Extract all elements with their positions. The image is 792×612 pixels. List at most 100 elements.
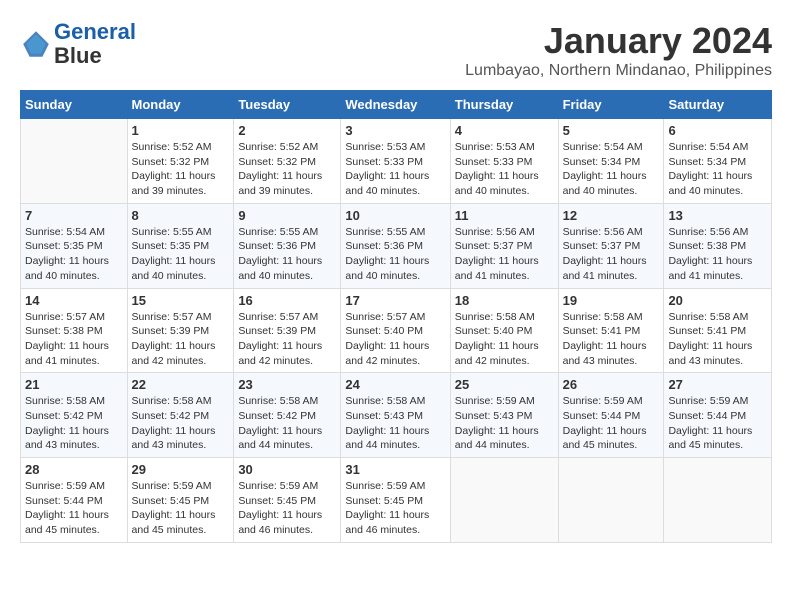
calendar-cell: 10 Sunrise: 5:55 AMSunset: 5:36 PMDayligh… (341, 203, 450, 288)
day-detail: Sunrise: 5:56 AMSunset: 5:37 PMDaylight:… (455, 225, 554, 284)
weekday-header-saturday: Saturday (664, 91, 772, 119)
day-detail: Sunrise: 5:58 AMSunset: 5:42 PMDaylight:… (25, 394, 123, 453)
calendar-cell: 3 Sunrise: 5:53 AMSunset: 5:33 PMDaylight… (341, 119, 450, 204)
day-detail: Sunrise: 5:58 AMSunset: 5:42 PMDaylight:… (132, 394, 230, 453)
calendar-cell: 23 Sunrise: 5:58 AMSunset: 5:42 PMDayligh… (234, 373, 341, 458)
calendar-cell: 26 Sunrise: 5:59 AMSunset: 5:44 PMDayligh… (558, 373, 664, 458)
day-number: 18 (455, 293, 554, 308)
day-detail: Sunrise: 5:58 AMSunset: 5:41 PMDaylight:… (668, 310, 767, 369)
calendar-cell: 1Sunrise: 5:52 AMSunset: 5:32 PMDaylight… (127, 119, 234, 204)
day-number: 25 (455, 377, 554, 392)
calendar-cell: 16 Sunrise: 5:57 AMSunset: 5:39 PMDayligh… (234, 288, 341, 373)
calendar-cell: 31 Sunrise: 5:59 AMSunset: 5:45 PMDayligh… (341, 458, 450, 543)
calendar-cell (21, 119, 128, 204)
calendar-cell: 7Sunrise: 5:54 AMSunset: 5:35 PMDaylight… (21, 203, 128, 288)
weekday-header-wednesday: Wednesday (341, 91, 450, 119)
calendar-table: SundayMondayTuesdayWednesdayThursdayFrid… (20, 90, 772, 543)
day-number: 3 (345, 123, 445, 138)
day-detail: Sunrise: 5:54 AMSunset: 5:34 PMDaylight:… (668, 140, 767, 199)
day-number: 12 (563, 208, 660, 223)
location: Lumbayao, Northern Mindanao, Philippines (465, 62, 772, 80)
day-detail: Sunrise: 5:57 AMSunset: 5:39 PMDaylight:… (238, 310, 336, 369)
calendar-cell: 12 Sunrise: 5:56 AMSunset: 5:37 PMDayligh… (558, 203, 664, 288)
weekday-header-friday: Friday (558, 91, 664, 119)
day-detail: Sunrise: 5:52 AMSunset: 5:32 PMDaylight:… (238, 140, 336, 199)
calendar-cell: 14Sunrise: 5:57 AMSunset: 5:38 PMDayligh… (21, 288, 128, 373)
calendar-cell: 4 Sunrise: 5:53 AMSunset: 5:33 PMDaylight… (450, 119, 558, 204)
calendar-cell: 24 Sunrise: 5:58 AMSunset: 5:43 PMDayligh… (341, 373, 450, 458)
day-number: 23 (238, 377, 336, 392)
calendar-cell (664, 458, 772, 543)
day-number: 30 (238, 462, 336, 477)
title-block: January 2024 Lumbayao, Northern Mindanao… (465, 20, 772, 80)
day-number: 22 (132, 377, 230, 392)
day-number: 17 (345, 293, 445, 308)
day-number: 29 (132, 462, 230, 477)
day-detail: Sunrise: 5:52 AMSunset: 5:32 PMDaylight:… (132, 140, 230, 199)
calendar-cell (450, 458, 558, 543)
day-number: 2 (238, 123, 336, 138)
day-detail: Sunrise: 5:59 AMSunset: 5:44 PMDaylight:… (563, 394, 660, 453)
calendar-week-row: 21 Sunrise: 5:58 AMSunset: 5:42 PMDayligh… (21, 373, 772, 458)
weekday-header-sunday: Sunday (21, 91, 128, 119)
day-detail: Sunrise: 5:55 AMSunset: 5:36 PMDaylight:… (238, 225, 336, 284)
day-detail: Sunrise: 5:59 AMSunset: 5:44 PMDaylight:… (668, 394, 767, 453)
day-number: 21 (25, 377, 123, 392)
day-detail: Sunrise: 5:56 AMSunset: 5:37 PMDaylight:… (563, 225, 660, 284)
day-detail: Sunrise: 5:58 AMSunset: 5:42 PMDaylight:… (238, 394, 336, 453)
calendar-cell: 6 Sunrise: 5:54 AMSunset: 5:34 PMDaylight… (664, 119, 772, 204)
month-title: January 2024 (465, 20, 772, 62)
day-number: 16 (238, 293, 336, 308)
day-detail: Sunrise: 5:58 AMSunset: 5:43 PMDaylight:… (345, 394, 445, 453)
day-number: 13 (668, 208, 767, 223)
day-number: 24 (345, 377, 445, 392)
day-number: 11 (455, 208, 554, 223)
logo-icon (20, 28, 52, 60)
calendar-cell: 17Sunrise: 5:57 AMSunset: 5:40 PMDayligh… (341, 288, 450, 373)
page-header: General Blue January 2024 Lumbayao, Nort… (20, 20, 772, 80)
day-detail: Sunrise: 5:53 AMSunset: 5:33 PMDaylight:… (455, 140, 554, 199)
day-number: 6 (668, 123, 767, 138)
calendar-cell: 22 Sunrise: 5:58 AMSunset: 5:42 PMDayligh… (127, 373, 234, 458)
day-detail: Sunrise: 5:56 AMSunset: 5:38 PMDaylight:… (668, 225, 767, 284)
logo-text: General Blue (54, 20, 136, 68)
day-detail: Sunrise: 5:55 AMSunset: 5:36 PMDaylight:… (345, 225, 445, 284)
calendar-week-row: 7Sunrise: 5:54 AMSunset: 5:35 PMDaylight… (21, 203, 772, 288)
day-number: 10 (345, 208, 445, 223)
day-detail: Sunrise: 5:57 AMSunset: 5:39 PMDaylight:… (132, 310, 230, 369)
day-detail: Sunrise: 5:59 AMSunset: 5:45 PMDaylight:… (345, 479, 445, 538)
day-detail: Sunrise: 5:53 AMSunset: 5:33 PMDaylight:… (345, 140, 445, 199)
day-detail: Sunrise: 5:58 AMSunset: 5:40 PMDaylight:… (455, 310, 554, 369)
day-detail: Sunrise: 5:54 AMSunset: 5:35 PMDaylight:… (25, 225, 123, 284)
day-number: 5 (563, 123, 660, 138)
day-number: 31 (345, 462, 445, 477)
calendar-cell: 20Sunrise: 5:58 AMSunset: 5:41 PMDayligh… (664, 288, 772, 373)
day-number: 26 (563, 377, 660, 392)
logo: General Blue (20, 20, 136, 68)
calendar-cell: 5 Sunrise: 5:54 AMSunset: 5:34 PMDaylight… (558, 119, 664, 204)
day-detail: Sunrise: 5:59 AMSunset: 5:43 PMDaylight:… (455, 394, 554, 453)
day-detail: Sunrise: 5:54 AMSunset: 5:34 PMDaylight:… (563, 140, 660, 199)
day-number: 15 (132, 293, 230, 308)
day-detail: Sunrise: 5:55 AMSunset: 5:35 PMDaylight:… (132, 225, 230, 284)
calendar-cell: 28Sunrise: 5:59 AMSunset: 5:44 PMDayligh… (21, 458, 128, 543)
day-number: 19 (563, 293, 660, 308)
calendar-cell: 21 Sunrise: 5:58 AMSunset: 5:42 PMDayligh… (21, 373, 128, 458)
calendar-cell: 19Sunrise: 5:58 AMSunset: 5:41 PMDayligh… (558, 288, 664, 373)
calendar-cell: 11 Sunrise: 5:56 AMSunset: 5:37 PMDayligh… (450, 203, 558, 288)
calendar-cell: 8Sunrise: 5:55 AMSunset: 5:35 PMDaylight… (127, 203, 234, 288)
calendar-cell: 29Sunrise: 5:59 AMSunset: 5:45 PMDayligh… (127, 458, 234, 543)
calendar-cell: 2 Sunrise: 5:52 AMSunset: 5:32 PMDaylight… (234, 119, 341, 204)
calendar-cell: 25 Sunrise: 5:59 AMSunset: 5:43 PMDayligh… (450, 373, 558, 458)
day-number: 9 (238, 208, 336, 223)
calendar-week-row: 1Sunrise: 5:52 AMSunset: 5:32 PMDaylight… (21, 119, 772, 204)
day-detail: Sunrise: 5:59 AMSunset: 5:45 PMDaylight:… (238, 479, 336, 538)
day-number: 4 (455, 123, 554, 138)
calendar-cell: 13 Sunrise: 5:56 AMSunset: 5:38 PMDayligh… (664, 203, 772, 288)
day-detail: Sunrise: 5:59 AMSunset: 5:44 PMDaylight:… (25, 479, 123, 538)
day-detail: Sunrise: 5:57 AMSunset: 5:38 PMDaylight:… (25, 310, 123, 369)
weekday-header-monday: Monday (127, 91, 234, 119)
calendar-cell: 27Sunrise: 5:59 AMSunset: 5:44 PMDayligh… (664, 373, 772, 458)
calendar-cell: 15 Sunrise: 5:57 AMSunset: 5:39 PMDayligh… (127, 288, 234, 373)
weekday-header-tuesday: Tuesday (234, 91, 341, 119)
